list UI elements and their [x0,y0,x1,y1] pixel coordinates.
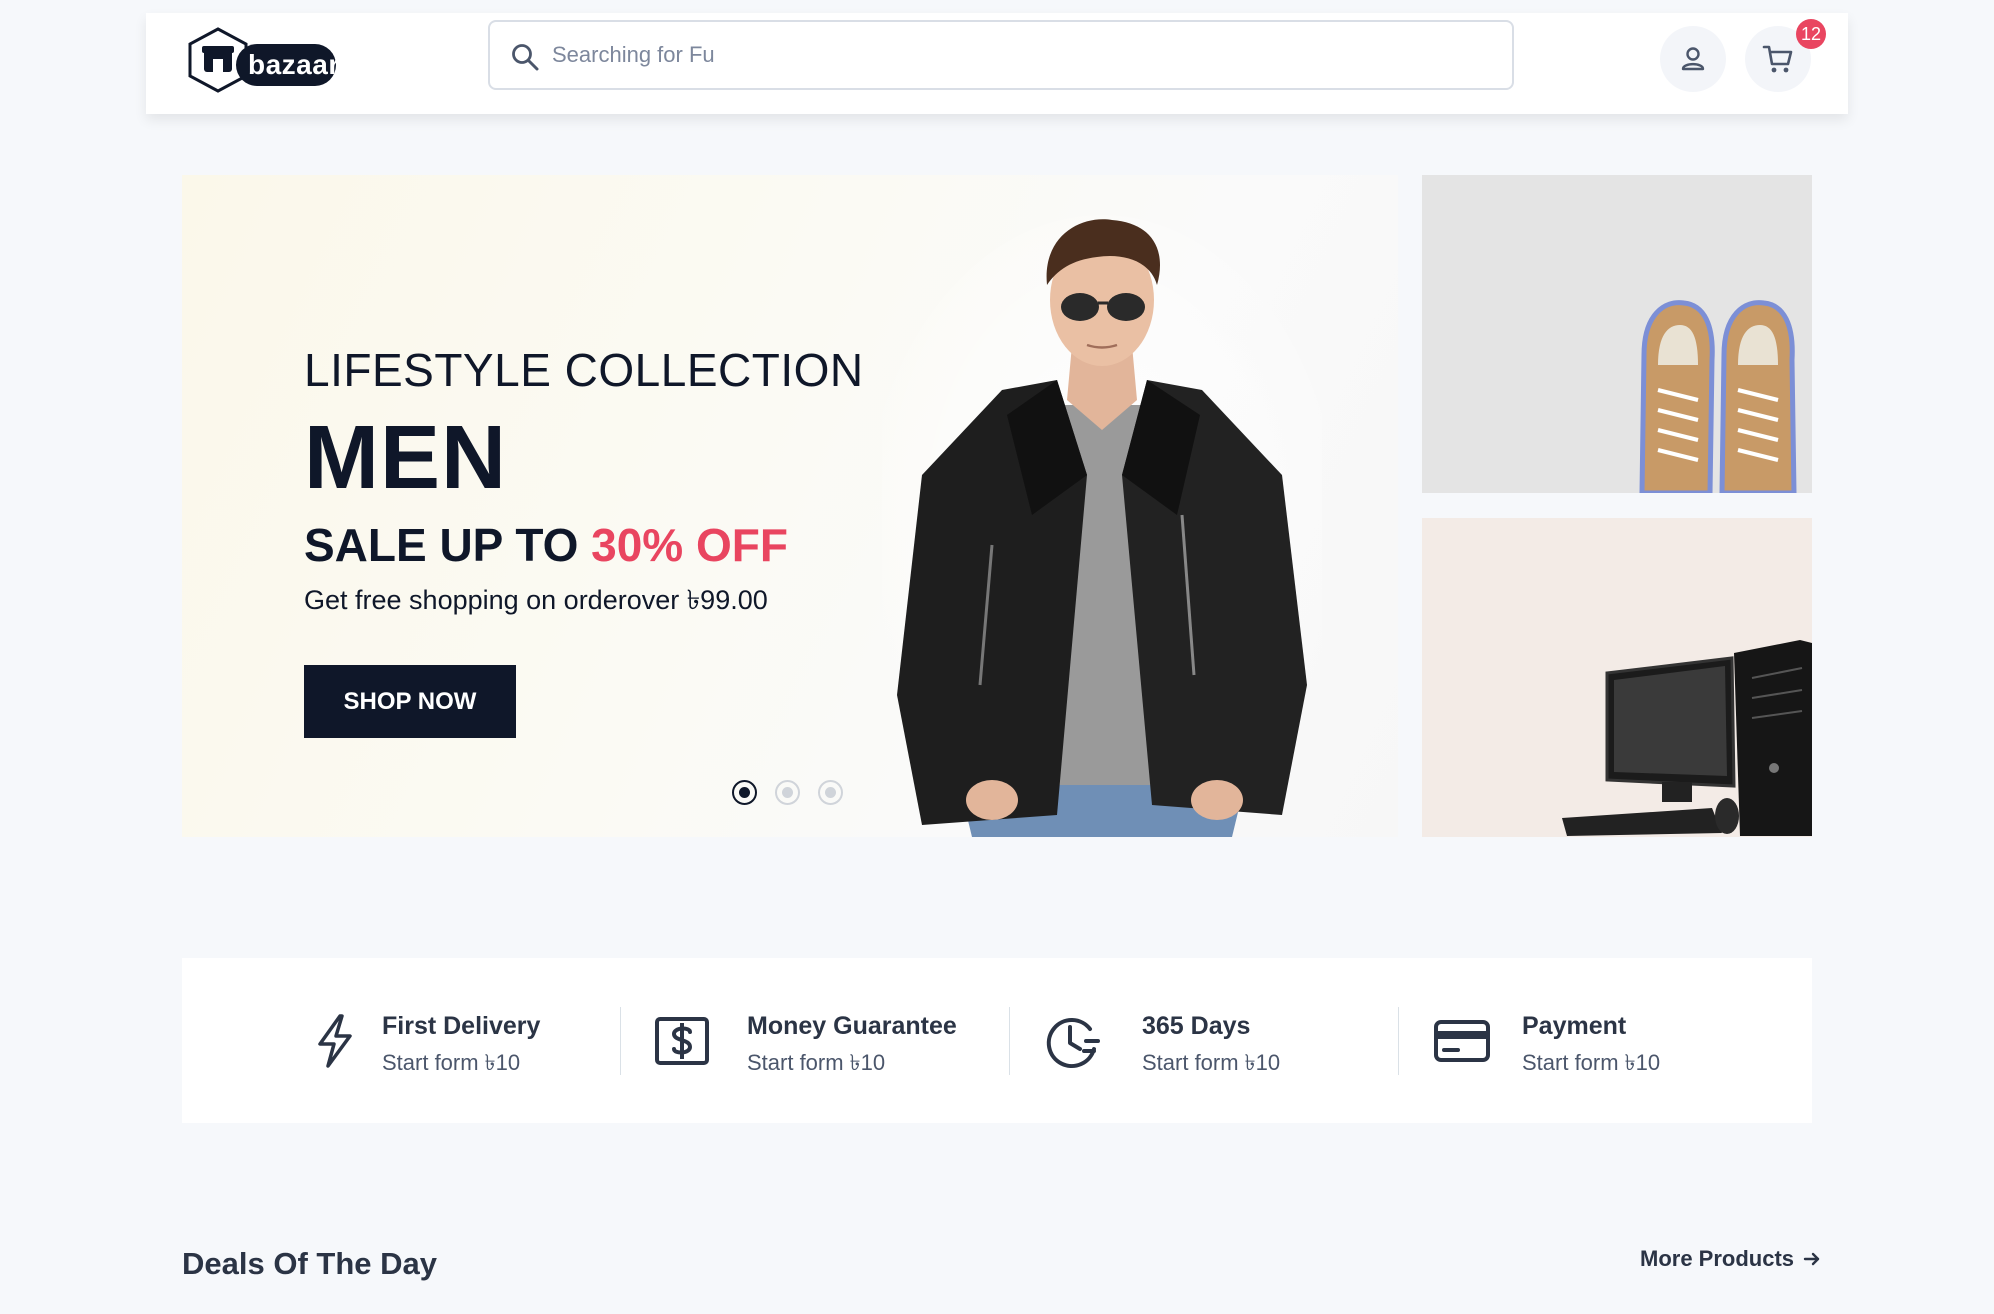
service-first-delivery: First Delivery Start form ৳10 [182,958,572,1123]
carousel-dot-indicator [825,787,836,798]
hero-sale-text: SALE UP TO 30% OFF [304,518,788,572]
hero-description: Get free shopping on orderover ৳99.00 [304,585,768,615]
computer-image [1562,640,1812,836]
cart-icon [1762,45,1793,73]
carousel-dot-1[interactable] [732,780,757,805]
hero-carousel: LIFESTYLE COLLECTION MEN SALE UP TO 30% … [182,175,1398,837]
account-button[interactable] [1660,26,1726,92]
search-input[interactable] [552,22,1452,88]
sale-prefix: SALE UP TO [304,519,592,571]
carousel-dot-3[interactable] [818,780,843,805]
side-banner-sneakers[interactable] [1422,175,1812,493]
bazaar-logo[interactable]: bazaar [186,22,346,96]
cart-count-badge: 12 [1796,19,1826,49]
clock-icon [1046,1018,1100,1068]
arrow-right-icon [1803,1252,1820,1266]
side-banner-computer[interactable] [1422,518,1812,837]
service-subtitle: Start form ৳10 [382,1050,521,1075]
service-subtitle: Start form ৳10 [747,1050,886,1075]
carousel-dot-indicator [739,787,750,798]
service-subtitle: Start form ৳10 [1142,1050,1281,1075]
shop-now-button[interactable]: SHOP NOW [304,665,516,738]
user-icon [1681,47,1705,71]
service-title: First Delivery [382,1012,541,1040]
sneakers-image [1639,300,1797,493]
service-subtitle: Start form ৳10 [1522,1050,1661,1075]
more-products-link[interactable]: More Products [1640,1246,1822,1272]
service-title: 365 Days [1142,1012,1251,1040]
carousel-dots [732,780,843,805]
service-365-days: 365 Days Start form ৳10 [962,958,1352,1123]
hero-model-image [882,215,1322,837]
search-bar[interactable] [488,20,1514,90]
service-money-guarantee: Money Guarantee Start form ৳10 [572,958,962,1123]
service-payment: Payment Start form ৳10 [1352,958,1742,1123]
carousel-dot-2[interactable] [775,780,800,805]
search-icon [512,44,539,71]
service-title: Payment [1522,1012,1627,1040]
services-bar: First Delivery Start form ৳10 Money Guar… [182,958,1812,1123]
top-header: bazaar 12 [146,13,1848,114]
dollar-icon [655,1017,709,1065]
sale-highlight: 30% OFF [591,519,788,571]
logo-text: bazaar [236,44,339,86]
credit-card-icon [1434,1020,1490,1062]
more-products-label: More Products [1640,1246,1795,1271]
hero-title: MEN [304,408,507,508]
carousel-dot-indicator [782,787,793,798]
lightning-icon [318,1014,352,1068]
service-title: Money Guarantee [747,1012,957,1040]
deals-section-title: Deals Of The Day [182,1246,437,1281]
hero-subtitle: LIFESTYLE COLLECTION [304,344,864,396]
